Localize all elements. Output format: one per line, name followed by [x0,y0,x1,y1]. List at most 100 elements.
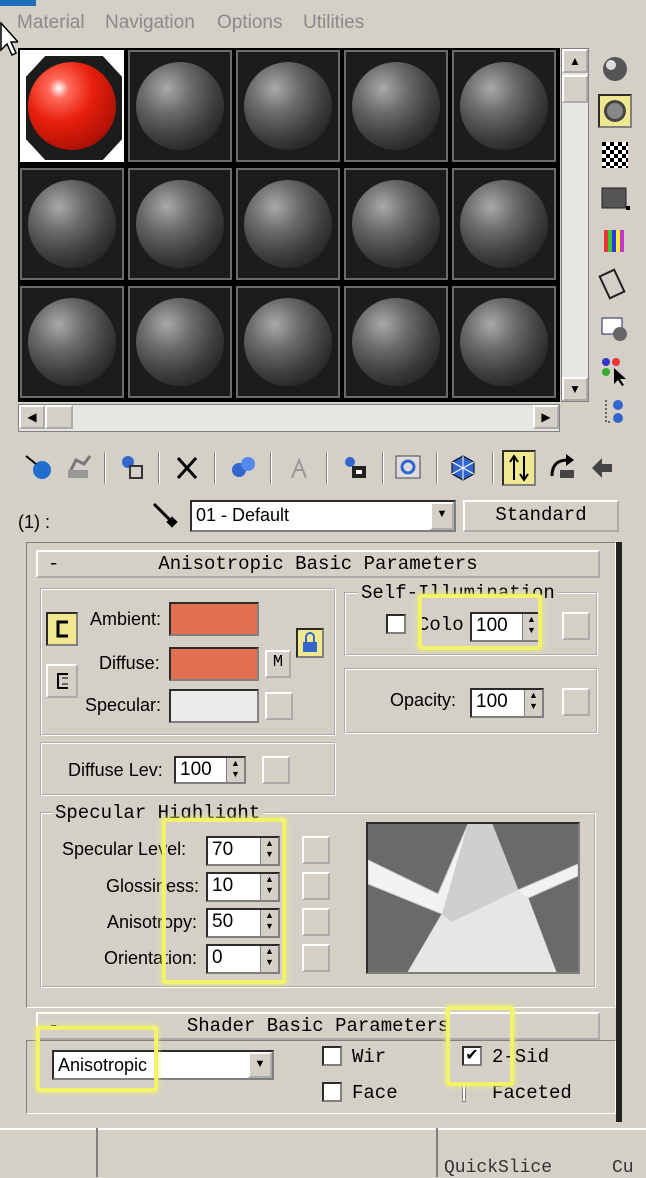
sample-slot-9[interactable] [344,168,448,280]
lock-ambient-diffuse-icon[interactable] [46,612,78,646]
sample-slot-8[interactable] [236,168,340,280]
sample-slot-3[interactable] [236,50,340,162]
highlight-graph [367,823,579,973]
wire-label: Wir [352,1046,387,1068]
spinner-arrows-icon[interactable]: ▲ ▼ [524,690,542,716]
sample-slot-2[interactable] [128,50,232,162]
sample-slot-6[interactable] [20,168,124,280]
highlight-box [162,818,286,984]
select-by-material-icon[interactable] [598,354,632,388]
scroll-up-button[interactable]: ▲ [562,49,588,73]
diffuse-level-map-button[interactable] [262,756,290,784]
face-map-label: Face [352,1082,398,1104]
sample-slot-7[interactable] [128,168,232,280]
menu-utilities[interactable]: Utilities [303,12,364,34]
sample-slot-13[interactable] [236,286,340,398]
specular-label: Specular: [85,695,162,715]
ambient-label: Ambient: [90,609,162,629]
go-to-parent-icon[interactable] [502,450,536,486]
mouse-cursor-icon [0,22,18,56]
sample-uv-tiling-icon[interactable] [598,182,632,216]
sample-slot-1[interactable] [20,50,124,162]
app-icon [0,0,36,6]
menu-navigation[interactable]: Navigation [105,12,195,34]
quickslice-label[interactable]: QuickSlice [444,1158,552,1178]
material-effects-channel-icon[interactable] [338,450,372,486]
sample-sphere [460,62,548,150]
sample-slot-4[interactable] [344,50,448,162]
rollout-scrollbar[interactable] [616,542,622,1122]
sample-sphere [352,180,440,268]
put-to-library-icon[interactable] [282,450,316,486]
cut-label[interactable]: Cu [612,1158,634,1178]
make-preview-icon[interactable] [598,268,632,302]
specular-map-button[interactable] [265,692,293,720]
highlight-curve-preview [366,822,580,974]
menu-options[interactable]: Options [217,12,282,34]
sample-sphere [136,180,224,268]
scroll-down-button[interactable]: ▼ [562,377,588,401]
sample-type-sphere-icon[interactable] [598,52,632,86]
sample-slot-11[interactable] [20,286,124,398]
menu-material[interactable]: Material [17,12,85,34]
self-illum-color-checkbox[interactable] [386,614,406,634]
scroll-right-button[interactable]: ▶ [533,405,559,429]
glossiness-map-button[interactable] [302,872,330,900]
toolbar-separator [104,452,106,484]
diffuse-level-spinner[interactable]: 100 ▲ ▼ [174,756,246,784]
backlight-icon[interactable] [598,94,632,128]
opacity-map-button[interactable] [562,688,590,716]
sample-slot-10[interactable] [452,168,556,280]
lock-icon[interactable] [296,628,324,658]
sample-slot-12[interactable] [128,286,232,398]
scroll-left-button[interactable]: ◀ [19,405,45,429]
scroll-thumb[interactable] [562,75,588,103]
sample-slot-15[interactable] [452,286,556,398]
self-illum-map-button[interactable] [562,612,590,640]
dropdown-arrow-icon[interactable]: ▼ [430,502,454,530]
go-forward-sibling-icon[interactable] [544,450,578,486]
show-end-result-icon[interactable] [446,450,480,486]
opacity-spinner[interactable]: 100 ▲ ▼ [470,688,544,718]
material-map-navigator-icon[interactable] [584,450,618,486]
put-to-scene-icon[interactable] [62,450,96,486]
video-color-check-icon[interactable] [598,224,632,258]
toolbar-separator [214,452,216,484]
pick-material-eyedropper-icon[interactable] [150,500,180,530]
diffuse-map-button[interactable]: M [265,650,291,678]
sample-slot-5[interactable] [452,50,556,162]
orientation-map-button[interactable] [302,944,330,972]
face-map-checkbox[interactable] [322,1082,342,1102]
spinner-arrows-icon[interactable]: ▲ ▼ [226,758,244,782]
get-material-icon[interactable] [22,450,56,486]
anisotropic-rollout-header[interactable]: - Anisotropic Basic Parameters [36,550,600,578]
material-navigator-icon[interactable] [598,396,632,430]
toolbar-separator [382,452,384,484]
slot-number-label: (1) : [18,512,51,532]
make-unique-icon[interactable] [226,450,260,486]
rollout-title: Anisotropic Basic Parameters [158,553,478,575]
options-icon[interactable] [598,312,632,346]
slots-horizontal-scrollbar[interactable]: ◀ ▶ [18,404,560,432]
lock-diffuse-specular-icon[interactable] [46,664,78,698]
reset-map-icon[interactable] [170,450,204,486]
diffuse-color-swatch[interactable] [169,647,259,681]
dropdown-arrow-icon[interactable]: ▼ [248,1052,272,1078]
scroll-thumb[interactable] [45,405,73,429]
specular-level-map-button[interactable] [302,836,330,864]
sample-sphere [460,180,548,268]
assign-to-selection-icon[interactable] [114,450,148,486]
material-name-field[interactable]: 01 - Default ▼ [190,500,456,532]
show-map-in-viewport-icon[interactable] [392,450,426,486]
sample-sphere [28,62,116,150]
material-type-button[interactable]: Standard [463,500,619,532]
wire-checkbox[interactable] [322,1046,342,1066]
specular-color-swatch[interactable] [169,689,259,723]
anisotropy-map-button[interactable] [302,908,330,936]
ambient-color-swatch[interactable] [169,602,259,636]
diffuse-level-label: Diffuse Lev: [68,760,163,780]
slots-vertical-scrollbar[interactable]: ▲ ▼ [561,48,589,402]
opacity-value: 100 [476,691,508,712]
background-checker-icon[interactable] [598,138,632,172]
sample-slot-14[interactable] [344,286,448,398]
